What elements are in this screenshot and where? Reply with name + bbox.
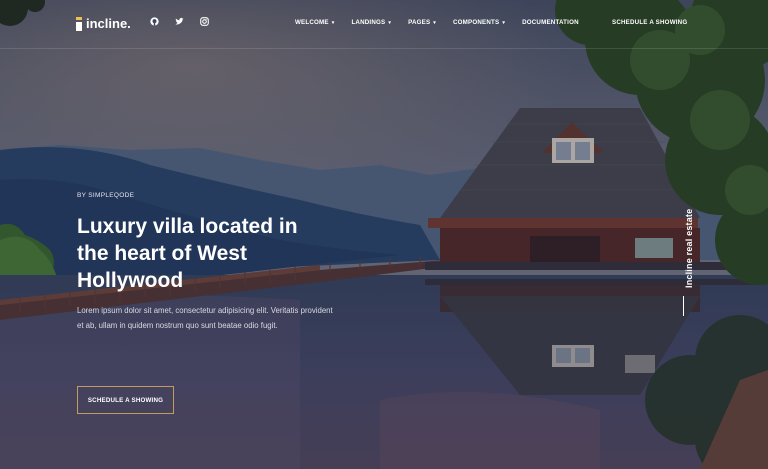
hero-title: Luxury villa located in the heart of Wes…: [77, 215, 298, 292]
menu-item-landings[interactable]: LANDINGS ▾: [351, 19, 391, 26]
menu-item-components[interactable]: COMPONENTS ▾: [453, 19, 505, 26]
main-menu: WELCOME ▾ LANDINGS ▾ PAGES ▾ COMPONENTS …: [295, 19, 596, 26]
caret-down-icon: ▾: [433, 19, 436, 26]
side-label: Incline real estate: [674, 200, 694, 320]
social-links: [150, 17, 209, 26]
side-label-text: Incline real estate: [684, 208, 694, 288]
side-label-line: [683, 296, 684, 316]
caret-down-icon: ▾: [502, 19, 506, 26]
logo-mark-icon: [76, 16, 82, 31]
menu-item-documentation[interactable]: DOCUMENTATION: [522, 19, 579, 26]
menu-item-welcome[interactable]: WELCOME ▾: [295, 19, 334, 26]
menu-item-label: PAGES: [408, 19, 431, 26]
menu-item-pages[interactable]: PAGES ▾: [408, 19, 436, 26]
hero-eyebrow: BY SIMPLEQODE: [77, 192, 135, 199]
brand-logo[interactable]: incline.: [76, 16, 131, 31]
caret-down-icon: ▾: [331, 19, 335, 26]
schedule-showing-link[interactable]: SCHEDULE A SHOWING: [612, 19, 687, 26]
schedule-showing-button[interactable]: SCHEDULE A SHOWING: [77, 386, 174, 414]
instagram-icon[interactable]: [200, 17, 209, 26]
menu-item-label: WELCOME: [295, 19, 329, 26]
brand-name: incline.: [86, 16, 131, 31]
twitter-icon[interactable]: [175, 17, 184, 26]
menu-item-label: DOCUMENTATION: [522, 19, 579, 26]
caret-down-icon: ▾: [388, 19, 392, 26]
top-navigation: incline. WELCOME ▾ LANDINGS ▾ PAGES ▾ CO…: [0, 0, 768, 49]
hero-content: BY SIMPLEQODE Luxury villa located in th…: [77, 192, 377, 333]
menu-item-label: LANDINGS: [351, 19, 386, 26]
github-icon[interactable]: [150, 17, 159, 26]
menu-item-label: COMPONENTS: [453, 19, 500, 26]
hero-description: Lorem ipsum dolor sit amet, consectetur …: [77, 306, 333, 330]
